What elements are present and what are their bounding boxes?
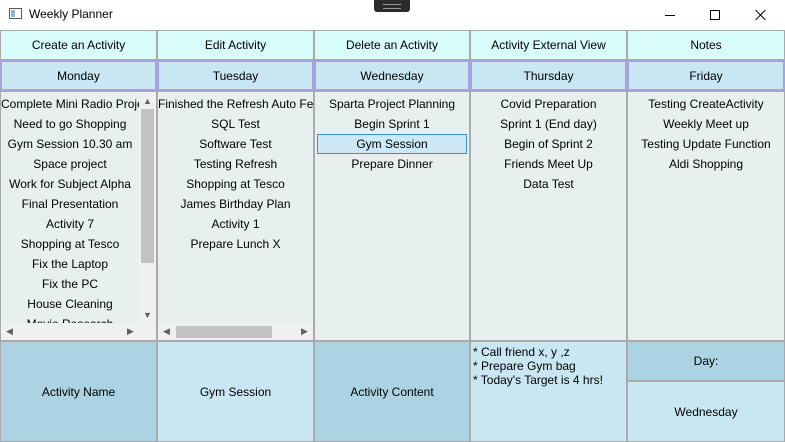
create-activity-button[interactable]: Create an Activity (0, 30, 157, 60)
list-item[interactable]: Begin of Sprint 2 (471, 134, 626, 154)
window-title: Weekly Planner (29, 7, 113, 21)
list-item[interactable]: Need to go Shopping (1, 114, 139, 134)
list-item[interactable]: Covid Preparation (471, 94, 626, 114)
close-icon (755, 9, 767, 21)
activity-external-view-button[interactable]: Activity External View (470, 30, 627, 60)
list-item[interactable]: Activity 1 (158, 214, 313, 234)
list-item[interactable]: Weekly Meet up (628, 114, 784, 134)
list-item[interactable]: Work for Subject Alpha (1, 174, 139, 194)
list-item[interactable]: House Cleaning (1, 294, 139, 314)
selected-list-item[interactable]: Gym Session (317, 134, 467, 154)
scroll-thumb[interactable] (141, 109, 154, 263)
monday-vertical-scrollbar[interactable]: ▲ ▼ (139, 92, 156, 323)
scroll-left-arrow-icon[interactable]: ◀ (158, 323, 175, 340)
activity-content-textarea[interactable]: * Call friend x, y ,z * Prepare Gym bag … (470, 341, 627, 442)
minimize-icon (665, 14, 675, 16)
list-item[interactable]: Testing CreateActivity (628, 94, 784, 114)
day-header-wednesday: Wednesday (314, 60, 470, 91)
day-header-friday: Friday (627, 60, 785, 91)
friday-activity-list[interactable]: Testing CreateActivity Weekly Meet up Te… (627, 91, 785, 341)
content-line: * Prepare Gym bag (473, 359, 576, 373)
list-item[interactable]: Finished the Refresh Auto Feature (158, 94, 313, 114)
list-item[interactable]: James Birthday Plan (158, 194, 313, 214)
scroll-right-arrow-icon[interactable]: ▶ (296, 323, 313, 340)
content-line: * Today's Target is 4 hrs! (473, 373, 603, 387)
activity-name-field[interactable]: Gym Session (157, 341, 314, 442)
list-item[interactable]: Sparta Project Planning (315, 94, 469, 114)
scroll-up-arrow-icon[interactable]: ▲ (139, 92, 156, 109)
list-item[interactable]: Shopping at Tesco (1, 234, 139, 254)
title-bar: Weekly Planner (0, 0, 785, 30)
list-item[interactable]: Fix the Laptop (1, 254, 139, 274)
activity-name-label: Activity Name (0, 341, 157, 442)
list-item[interactable]: Fix the PC (1, 274, 139, 294)
list-item[interactable]: Final Presentation (1, 194, 139, 214)
list-item[interactable]: Gym Session 10.30 am (1, 134, 139, 154)
delete-activity-button[interactable]: Delete an Activity (314, 30, 470, 60)
edit-activity-button[interactable]: Edit Activity (157, 30, 314, 60)
tuesday-horizontal-scrollbar[interactable]: ◀ ▶ (158, 323, 313, 340)
app-window-icon (9, 8, 22, 19)
day-value-field[interactable]: Wednesday (627, 381, 785, 442)
list-item[interactable]: Prepare Dinner (315, 154, 469, 174)
list-item[interactable]: Aldi Shopping (628, 154, 784, 174)
list-item[interactable]: Begin Sprint 1 (315, 114, 469, 134)
list-item[interactable]: Complete Mini Radio Project (1, 94, 139, 114)
list-item[interactable]: SQL Test (158, 114, 313, 134)
list-item[interactable]: Space project (1, 154, 139, 174)
monday-horizontal-scrollbar[interactable]: ◀ ▶ (1, 323, 139, 340)
minimize-button[interactable] (647, 0, 693, 30)
content-line: * Call friend x, y ,z (473, 345, 570, 359)
monday-activity-list[interactable]: Complete Mini Radio Project Need to go S… (0, 91, 157, 341)
scroll-corner (139, 323, 156, 340)
scroll-down-arrow-icon[interactable]: ▼ (139, 306, 156, 323)
list-item[interactable]: Friends Meet Up (471, 154, 626, 174)
activity-content-label: Activity Content (314, 341, 470, 442)
thursday-activity-list[interactable]: Covid Preparation Sprint 1 (End day) Beg… (470, 91, 627, 341)
list-item[interactable]: Prepare Lunch X (158, 234, 313, 254)
day-header-thursday: Thursday (470, 60, 627, 91)
scroll-thumb[interactable] (176, 326, 272, 338)
scroll-left-arrow-icon[interactable]: ◀ (1, 323, 18, 340)
list-item[interactable]: Sprint 1 (End day) (471, 114, 626, 134)
tuesday-activity-list[interactable]: Finished the Refresh Auto Feature SQL Te… (157, 91, 314, 341)
maximize-icon (710, 10, 720, 20)
notes-button[interactable]: Notes (627, 30, 785, 60)
day-header-monday: Monday (0, 60, 157, 91)
day-header-tuesday: Tuesday (157, 60, 314, 91)
wednesday-activity-list[interactable]: Sparta Project Planning Begin Sprint 1 G… (314, 91, 470, 341)
list-item[interactable]: Testing Update Function (628, 134, 784, 154)
maximize-button[interactable] (692, 0, 738, 30)
day-label: Day: (627, 341, 785, 381)
scroll-right-arrow-icon[interactable]: ▶ (122, 323, 139, 340)
close-button[interactable] (738, 0, 784, 30)
list-item[interactable]: Software Test (158, 134, 313, 154)
snap-grip-handle[interactable] (374, 0, 410, 12)
list-item[interactable]: Testing Refresh (158, 154, 313, 174)
list-item[interactable]: Data Test (471, 174, 626, 194)
list-item[interactable]: Activity 7 (1, 214, 139, 234)
list-item[interactable]: Shopping at Tesco (158, 174, 313, 194)
